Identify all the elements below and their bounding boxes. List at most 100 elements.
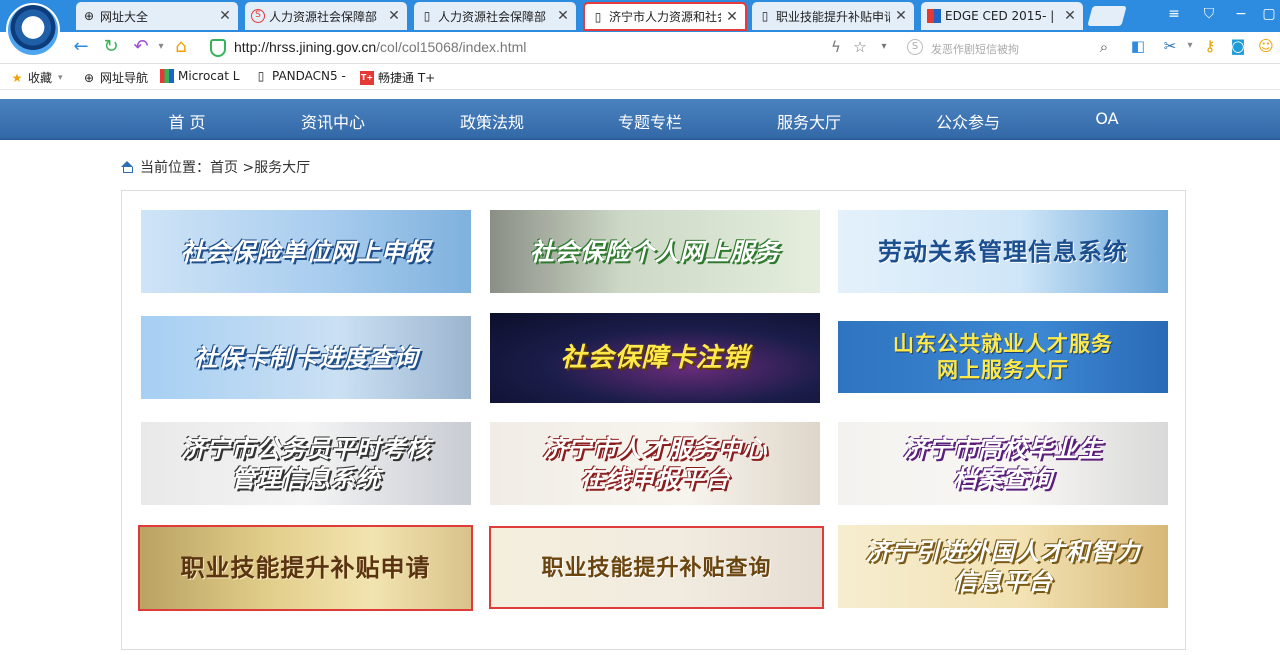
bookmark-label: Microcat L bbox=[178, 69, 240, 83]
scissors-icon[interactable]: ✂ bbox=[1160, 37, 1180, 57]
service-label: 社会保障卡注销 bbox=[560, 343, 750, 373]
tab-active[interactable]: ▯ 济宁市人力资源和社会 ✕ bbox=[583, 2, 747, 31]
service-label: 职业技能提升补贴申请 bbox=[180, 553, 431, 582]
url-path: /col/col15068/index.html bbox=[376, 39, 527, 55]
home-icon bbox=[120, 161, 134, 173]
document-icon: ▯ bbox=[594, 9, 602, 24]
breadcrumb: 当前位置：首页 >服务大厅 bbox=[120, 157, 310, 177]
service-card-talent-center[interactable]: 济宁市人才服务中心 在线申报平台 bbox=[490, 422, 820, 505]
star-icon: ★ bbox=[11, 70, 23, 85]
lightning-icon[interactable]: ϟ bbox=[826, 38, 846, 56]
document-icon: ▯ bbox=[257, 69, 265, 83]
security-shield-icon[interactable] bbox=[210, 39, 226, 57]
nav-news[interactable]: 资讯中心 bbox=[273, 109, 393, 133]
browser-logo-icon[interactable] bbox=[6, 3, 60, 57]
service-card-unit-insurance[interactable]: 社会保险单位网上申报 bbox=[141, 210, 471, 293]
service-label: 济宁市人才服务中心 在线申报平台 bbox=[542, 433, 768, 493]
star-icon[interactable]: ☆ bbox=[850, 38, 870, 56]
skin-icon[interactable]: ⛉ bbox=[1198, 6, 1220, 22]
tab-3[interactable]: ▯ 人力资源社会保障部 ✕ bbox=[414, 2, 576, 30]
tab-title: EDGE CED 2015- | 2 bbox=[945, 9, 1059, 23]
close-icon[interactable]: ✕ bbox=[1063, 8, 1077, 24]
nav-topics[interactable]: 专题专栏 bbox=[590, 109, 710, 133]
service-card-civil-servant-assessment[interactable]: 济宁市公务员平时考核 管理信息系统 bbox=[141, 422, 471, 505]
tab-2[interactable]: S 人力资源社会保障部 ✕ bbox=[245, 2, 407, 30]
tab-title: 职业技能提升补贴申请 bbox=[776, 9, 890, 24]
document-icon: ▯ bbox=[423, 9, 431, 23]
bookmark-label: PANDACN5 - bbox=[272, 69, 346, 83]
key-icon[interactable]: ⚷ bbox=[1200, 37, 1220, 57]
service-label: 山东公共就业人才服务 网上服务大厅 bbox=[893, 331, 1113, 382]
bookmark-label: 网址导航 bbox=[100, 71, 149, 85]
tab-5[interactable]: ▯ 职业技能提升补贴申请 ✕ bbox=[752, 2, 914, 30]
chevron-down-icon: ▾ bbox=[58, 72, 63, 83]
smiley-icon[interactable]: ☺ bbox=[1256, 37, 1276, 57]
close-icon[interactable]: ✕ bbox=[387, 8, 401, 24]
service-label: 济宁引进外国人才和智力 信息平台 bbox=[865, 536, 1141, 596]
service-card-foreign-talent[interactable]: 济宁引进外国人才和智力 信息平台 bbox=[838, 525, 1168, 608]
service-card-skill-subsidy-query[interactable]: 职业技能提升补贴查询 bbox=[489, 526, 824, 609]
service-card-card-progress[interactable]: 社保卡制卡进度查询 bbox=[141, 316, 471, 399]
close-icon[interactable]: ✕ bbox=[894, 8, 908, 24]
service-label: 劳动关系管理信息系统 bbox=[878, 236, 1128, 266]
service-label: 社保卡制卡进度查询 bbox=[193, 342, 419, 372]
bookmark-microcat[interactable]: Microcat L bbox=[160, 69, 239, 83]
extension-icon[interactable]: ◧ bbox=[1128, 37, 1148, 57]
service-card-card-cancel[interactable]: 社会保障卡注销 bbox=[490, 313, 820, 403]
breadcrumb-text: 当前位置：首页 >服务大厅 bbox=[140, 160, 311, 176]
bookmark-label: 畅捷通 T+ bbox=[378, 71, 436, 85]
close-icon[interactable]: ✕ bbox=[725, 9, 739, 25]
nav-public-participation[interactable]: 公众参与 bbox=[908, 109, 1028, 133]
site-navigation: 首 页 资讯中心 政策法规 专题专栏 服务大厅 公众参与 OA bbox=[0, 99, 1280, 140]
search-icon[interactable]: ⌕ bbox=[1094, 38, 1114, 56]
microcat-logo-icon bbox=[160, 69, 174, 83]
tab-title: 网址大全 bbox=[100, 9, 149, 24]
tab-title: 人力资源社会保障部 bbox=[438, 9, 547, 24]
bookmarks-bar: ★ 收藏 ▾ ⊕ 网址导航 Microcat L ▯ PANDACN5 - T+… bbox=[0, 64, 1280, 90]
bookmark-favorites[interactable]: ★ 收藏 ▾ bbox=[10, 69, 63, 86]
globe-icon: ⊕ bbox=[83, 70, 95, 85]
new-tab-button[interactable] bbox=[1087, 6, 1127, 26]
chevron-down-icon[interactable]: ▾ bbox=[874, 41, 894, 52]
bookmark-label: 收藏 bbox=[28, 71, 53, 85]
s-logo-icon: S bbox=[251, 9, 265, 23]
service-card-graduate-archive[interactable]: 济宁市高校毕业生 档案查询 bbox=[838, 422, 1168, 505]
bookmark-pandacn5[interactable]: ▯ PANDACN5 - bbox=[254, 69, 346, 83]
bookmark-nav[interactable]: ⊕ 网址导航 bbox=[82, 69, 148, 86]
service-label: 济宁市公务员平时考核 管理信息系统 bbox=[181, 433, 431, 493]
chevron-down-icon[interactable]: ▾ bbox=[1180, 40, 1200, 60]
back-icon[interactable]: ← bbox=[70, 36, 92, 57]
search-placeholder: 发恶作剧短信被拘 bbox=[931, 43, 1019, 56]
nav-policy[interactable]: 政策法规 bbox=[432, 109, 552, 133]
close-icon[interactable]: ✕ bbox=[218, 8, 232, 24]
service-card-shandong-employment[interactable]: 山东公共就业人才服务 网上服务大厅 bbox=[838, 321, 1168, 393]
bookmark-tplus[interactable]: T+ 畅捷通 T+ bbox=[360, 69, 435, 86]
url-field[interactable]: http://hrss.jining.gov.cn/col/col15068/i… bbox=[234, 39, 526, 55]
url-host: http://hrss.jining.gov.cn bbox=[234, 39, 377, 55]
chevron-down-icon[interactable]: ▾ bbox=[150, 41, 172, 52]
close-icon[interactable]: ✕ bbox=[556, 8, 570, 24]
refresh-icon[interactable]: ↻ bbox=[100, 36, 122, 57]
service-label: 社会保险个人网上服务 bbox=[530, 236, 780, 266]
service-card-labor-relations[interactable]: 劳动关系管理信息系统 bbox=[838, 210, 1168, 293]
document-icon: ▯ bbox=[761, 9, 769, 23]
maximize-icon[interactable]: ▢ bbox=[1258, 6, 1280, 22]
nav-oa[interactable]: OA bbox=[1047, 109, 1167, 128]
service-card-personal-insurance[interactable]: 社会保险个人网上服务 bbox=[490, 210, 820, 293]
browser-tab-strip: ⊕ 网址大全 ✕ S 人力资源社会保障部 ✕ ▯ 人力资源社会保障部 ✕ ▯ 济… bbox=[0, 0, 1280, 57]
nav-service-hall[interactable]: 服务大厅 bbox=[749, 109, 869, 133]
home-icon[interactable]: ⌂ bbox=[170, 36, 192, 57]
nav-home[interactable]: 首 页 bbox=[127, 109, 247, 133]
service-card-skill-subsidy-apply[interactable]: 职业技能提升补贴申请 bbox=[138, 525, 473, 611]
undo-icon[interactable]: ↶ bbox=[130, 36, 152, 57]
menu-icon[interactable]: ≡ bbox=[1163, 6, 1185, 22]
service-label: 济宁市高校毕业生 档案查询 bbox=[903, 433, 1103, 493]
tab-title: 济宁市人力资源和社会 bbox=[609, 10, 721, 24]
sogou-search-icon: S bbox=[907, 39, 923, 55]
service-label: 社会保险单位网上申报 bbox=[181, 236, 431, 266]
app-icon[interactable]: ◙ bbox=[1228, 37, 1248, 57]
tab-1[interactable]: ⊕ 网址大全 ✕ bbox=[76, 2, 238, 30]
minimize-icon[interactable]: − bbox=[1230, 6, 1252, 22]
search-input[interactable]: S 发恶作剧短信被拘 bbox=[905, 37, 1119, 59]
tab-6[interactable]: EDGE CED 2015- | 2 ✕ bbox=[921, 2, 1083, 30]
